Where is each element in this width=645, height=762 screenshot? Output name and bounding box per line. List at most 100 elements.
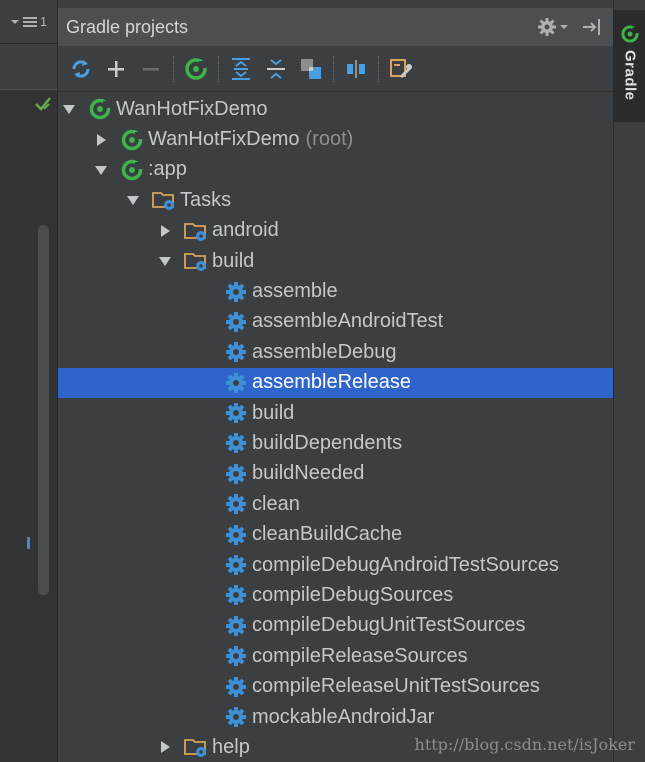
tree-node-build[interactable]: build <box>58 246 614 276</box>
gear-icon <box>226 403 246 424</box>
tree-node-root[interactable]: WanHotFixDemo <box>58 94 614 124</box>
group-modules-button[interactable] <box>298 56 324 82</box>
execute-gradle-task-button[interactable] <box>183 56 209 82</box>
gradle-execute-icon <box>185 57 207 80</box>
gear-icon <box>226 311 246 332</box>
chevron-right-icon[interactable] <box>158 224 172 238</box>
chevron-down-icon <box>560 25 568 29</box>
task-label: compileReleaseUnitTestSources <box>252 675 540 698</box>
tree-node-app[interactable]: :app <box>58 155 614 185</box>
task-item[interactable]: compileDebugAndroidTestSources <box>58 550 614 580</box>
refresh-button[interactable] <box>68 56 94 82</box>
gear-icon <box>538 18 556 36</box>
gradle-icon <box>621 25 640 43</box>
structure-toggle[interactable]: 1 <box>0 0 57 44</box>
build-task-list: assemble assembleAndroidTest assembleDebug… <box>58 276 614 732</box>
gradle-projects-panel: Gradle projects WanHotFixDemo WanHotFixD… <box>57 0 614 762</box>
gear-icon <box>226 585 246 606</box>
gear-icon <box>226 494 246 515</box>
tree-node-label: android <box>212 219 279 242</box>
tree-node-tasks[interactable]: Tasks <box>58 185 614 215</box>
panel-title-bar: Gradle projects <box>58 8 614 46</box>
task-item[interactable]: assembleRelease <box>58 367 614 398</box>
refresh-icon <box>72 59 90 78</box>
gear-icon <box>226 524 246 545</box>
task-label: cleanBuildCache <box>252 523 403 546</box>
remove-button[interactable] <box>138 56 164 82</box>
task-folder-icon <box>184 222 206 241</box>
tool-window-strip: Gradle <box>613 0 645 762</box>
list-icon <box>22 16 37 27</box>
task-label: assemble <box>252 280 338 303</box>
task-label: buildNeeded <box>252 462 365 485</box>
task-item[interactable]: build <box>58 398 614 428</box>
task-item[interactable]: mockableAndroidJar <box>58 702 614 732</box>
task-item[interactable]: assembleDebug <box>58 337 614 367</box>
task-item[interactable]: compileReleaseUnitTestSources <box>58 671 614 701</box>
expand-all-button[interactable] <box>228 56 254 82</box>
chevron-down-icon[interactable] <box>94 163 108 177</box>
group-modules-icon <box>301 58 321 79</box>
task-label: mockableAndroidJar <box>252 705 435 728</box>
gear-icon <box>226 433 246 454</box>
collapse-all-icon <box>267 58 285 79</box>
tree-node-android[interactable]: android <box>58 216 614 246</box>
task-item[interactable]: assemble <box>58 276 614 306</box>
task-folder-icon <box>152 192 174 211</box>
project-tree: WanHotFixDemo WanHotFixDemo (root) :app … <box>58 94 614 762</box>
tree-node-suffix: (root) <box>305 128 354 151</box>
structure-count: 1 <box>39 14 48 29</box>
tree-node-label: help <box>212 735 250 758</box>
toolbar-separator <box>378 55 379 82</box>
task-label: compileDebugSources <box>252 583 454 606</box>
task-label: clean <box>252 492 300 515</box>
expand-all-icon <box>232 57 250 80</box>
add-button[interactable] <box>103 56 129 82</box>
task-item[interactable]: cleanBuildCache <box>58 519 614 549</box>
gear-icon <box>226 676 246 697</box>
gradle-settings-button[interactable] <box>388 56 414 82</box>
gradle-tool-tab[interactable]: Gradle <box>614 10 645 122</box>
task-item[interactable]: buildNeeded <box>58 459 614 489</box>
task-item[interactable]: buildDependents <box>58 428 614 458</box>
chevron-right-icon[interactable] <box>94 133 108 147</box>
tree-node-label: build <box>212 249 255 272</box>
toolbar-separator <box>173 55 174 82</box>
gradle-project-icon <box>89 98 111 120</box>
chevron-right-icon[interactable] <box>158 740 172 754</box>
chevron-down-icon[interactable] <box>158 254 172 268</box>
watermark: http://blog.csdn.net/isJoker <box>414 735 635 754</box>
chevron-down-icon[interactable] <box>62 102 76 116</box>
task-label: assembleDebug <box>252 340 397 363</box>
tree-node-root-module[interactable]: WanHotFixDemo (root) <box>58 124 614 154</box>
collapse-all-button[interactable] <box>263 56 289 82</box>
task-item[interactable]: compileDebugUnitTestSources <box>58 611 614 641</box>
task-item[interactable]: compileDebugSources <box>58 580 614 610</box>
chevron-down-icon <box>10 19 19 24</box>
tree-node-label: :app <box>148 158 187 181</box>
task-item[interactable]: clean <box>58 489 614 519</box>
task-label: assembleRelease <box>252 371 411 394</box>
task-item[interactable]: assembleAndroidTest <box>58 307 614 337</box>
offline-mode-button[interactable] <box>343 56 369 82</box>
task-item[interactable]: compileReleaseSources <box>58 641 614 671</box>
gradle-module-icon <box>121 129 143 150</box>
check-icon <box>35 97 51 111</box>
task-folder-icon <box>184 253 206 272</box>
gear-icon <box>226 281 246 302</box>
add-icon <box>108 60 124 77</box>
tree-node-label: WanHotFixDemo <box>148 128 300 151</box>
offline-mode-icon <box>347 59 365 78</box>
settings-dropdown[interactable] <box>537 17 568 37</box>
gradle-tab-label: Gradle <box>621 50 639 101</box>
change-marker <box>27 537 30 549</box>
hide-panel-icon[interactable] <box>582 18 602 36</box>
tree-node-label: WanHotFixDemo <box>116 97 268 120</box>
gear-icon <box>226 342 246 363</box>
panel-toolbar <box>58 46 614 92</box>
task-label: assembleAndroidTest <box>252 310 444 333</box>
gear-icon <box>226 615 246 636</box>
chevron-down-icon[interactable] <box>126 193 140 207</box>
task-label: compileDebugAndroidTestSources <box>252 553 559 576</box>
scrollbar-thumb[interactable] <box>38 225 49 595</box>
